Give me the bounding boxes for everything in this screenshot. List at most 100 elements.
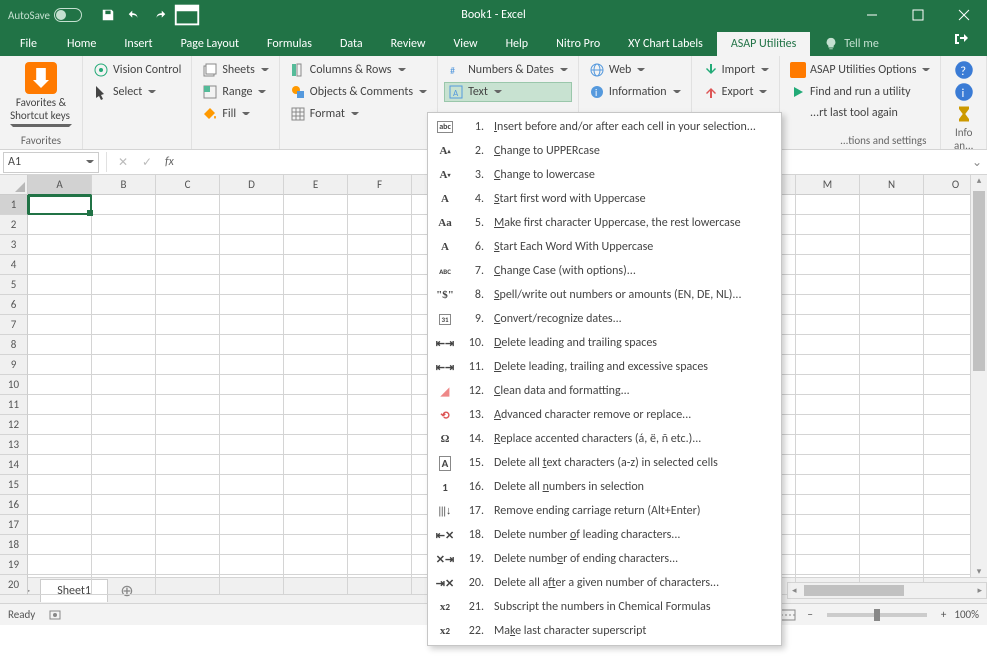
- cell[interactable]: [796, 295, 860, 315]
- cell[interactable]: [220, 275, 284, 295]
- cell[interactable]: [28, 315, 92, 335]
- row-header[interactable]: 13: [0, 435, 28, 455]
- tab-xy-chart-labels[interactable]: XY Chart Labels: [614, 32, 717, 56]
- menu-item[interactable]: ⇤⇥11.Delete leading, trailing and excess…: [428, 355, 781, 379]
- cell[interactable]: [28, 435, 92, 455]
- cell[interactable]: [860, 375, 924, 395]
- cell[interactable]: [860, 535, 924, 555]
- cell[interactable]: [860, 235, 924, 255]
- column-header[interactable]: A: [28, 175, 92, 195]
- cell[interactable]: [348, 295, 412, 315]
- cell[interactable]: [92, 555, 156, 575]
- cell[interactable]: [348, 375, 412, 395]
- cell[interactable]: [28, 375, 92, 395]
- cell[interactable]: [92, 415, 156, 435]
- tab-page-layout[interactable]: Page Layout: [167, 32, 253, 56]
- row-header[interactable]: 4: [0, 255, 28, 275]
- cell[interactable]: [796, 275, 860, 295]
- row-header[interactable]: 9: [0, 355, 28, 375]
- cell[interactable]: [796, 475, 860, 495]
- cancel-formula-button[interactable]: ✕: [111, 155, 135, 170]
- cell[interactable]: [348, 195, 412, 215]
- row-header[interactable]: 7: [0, 315, 28, 335]
- cell[interactable]: [28, 355, 92, 375]
- cell[interactable]: [860, 215, 924, 235]
- share-button[interactable]: [939, 26, 983, 56]
- cell[interactable]: [796, 435, 860, 455]
- menu-item[interactable]: A15.Delete all text characters (a-z) in …: [428, 451, 781, 475]
- cell[interactable]: [348, 355, 412, 375]
- cell[interactable]: [92, 215, 156, 235]
- menu-item[interactable]: "$"8.Spell/write out numbers or amounts …: [428, 283, 781, 307]
- cell[interactable]: [28, 215, 92, 235]
- menu-item[interactable]: x222.Make last character superscript: [428, 619, 781, 643]
- cell[interactable]: [28, 415, 92, 435]
- maximize-button[interactable]: [895, 0, 941, 30]
- cell[interactable]: [860, 335, 924, 355]
- cell[interactable]: [796, 335, 860, 355]
- cell[interactable]: [860, 195, 924, 215]
- tell-me[interactable]: Tell me: [814, 32, 889, 56]
- cell[interactable]: [156, 495, 220, 515]
- cell[interactable]: [348, 395, 412, 415]
- column-header[interactable]: D: [220, 175, 284, 195]
- cell[interactable]: [156, 375, 220, 395]
- cell[interactable]: [220, 455, 284, 475]
- cell[interactable]: [220, 515, 284, 535]
- cell[interactable]: [220, 335, 284, 355]
- cell[interactable]: [796, 455, 860, 475]
- zoom-in-button[interactable]: +: [941, 608, 946, 621]
- cell[interactable]: [284, 495, 348, 515]
- information-button[interactable]: iInformation: [585, 82, 685, 102]
- cell[interactable]: [348, 575, 412, 595]
- cell[interactable]: [348, 555, 412, 575]
- cell[interactable]: [28, 295, 92, 315]
- cell[interactable]: [156, 335, 220, 355]
- menu-item[interactable]: Aa5.Make first character Uppercase, the …: [428, 211, 781, 235]
- cell[interactable]: [220, 355, 284, 375]
- row-header[interactable]: 17: [0, 515, 28, 535]
- cell[interactable]: [348, 495, 412, 515]
- cell[interactable]: [348, 535, 412, 555]
- redo-button[interactable]: [148, 3, 172, 27]
- tab-review[interactable]: Review: [377, 32, 440, 56]
- cell[interactable]: [156, 315, 220, 335]
- cell[interactable]: [92, 335, 156, 355]
- column-header[interactable]: M: [796, 175, 860, 195]
- cell[interactable]: [796, 195, 860, 215]
- format-button[interactable]: Format: [286, 104, 431, 124]
- cell[interactable]: [860, 455, 924, 475]
- text-button[interactable]: AText: [444, 82, 572, 102]
- cell[interactable]: [284, 575, 348, 595]
- web-button[interactable]: Web: [585, 60, 685, 80]
- cell[interactable]: [92, 235, 156, 255]
- cell[interactable]: [156, 435, 220, 455]
- cell[interactable]: [348, 215, 412, 235]
- cell[interactable]: [284, 335, 348, 355]
- cell[interactable]: [220, 435, 284, 455]
- cell[interactable]: [348, 235, 412, 255]
- help-icon[interactable]: ?: [954, 60, 974, 80]
- cell[interactable]: [348, 475, 412, 495]
- numbers-dates-button[interactable]: #Numbers & Dates: [444, 60, 572, 80]
- cell[interactable]: [156, 295, 220, 315]
- cell[interactable]: [220, 235, 284, 255]
- row-header[interactable]: 1: [0, 195, 28, 215]
- cell[interactable]: [28, 495, 92, 515]
- tab-nitro-pro[interactable]: Nitro Pro: [542, 32, 614, 56]
- cell[interactable]: [796, 555, 860, 575]
- cell[interactable]: [348, 455, 412, 475]
- menu-item[interactable]: ◢12.Clean data and formatting...: [428, 379, 781, 403]
- cell[interactable]: [92, 295, 156, 315]
- row-header[interactable]: 19: [0, 555, 28, 575]
- tab-formulas[interactable]: Formulas: [253, 32, 326, 56]
- cell[interactable]: [156, 275, 220, 295]
- cell[interactable]: [796, 215, 860, 235]
- menu-item[interactable]: |||↓17.Remove ending carriage return (Al…: [428, 499, 781, 523]
- cell[interactable]: [860, 355, 924, 375]
- cell[interactable]: [220, 415, 284, 435]
- cell[interactable]: [156, 515, 220, 535]
- select-all-button[interactable]: [0, 175, 28, 195]
- cell[interactable]: [92, 275, 156, 295]
- vertical-scrollbar[interactable]: [970, 175, 987, 577]
